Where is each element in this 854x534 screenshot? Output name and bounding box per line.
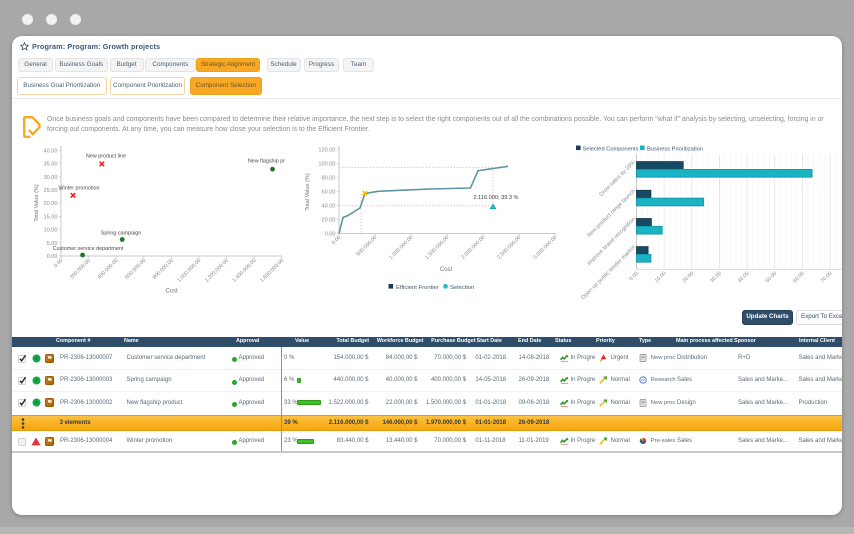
svg-text:200.000,00: 200.000,00: [69, 258, 92, 281]
svg-text:30.00: 30.00: [709, 271, 723, 285]
svg-text:30.00: 30.00: [44, 175, 58, 181]
svg-text:20.00: 20.00: [322, 218, 336, 224]
svg-text:40.00: 40.00: [322, 204, 336, 210]
svg-text:500.000,00: 500.000,00: [355, 235, 378, 258]
svg-text:20.00: 20.00: [682, 271, 696, 285]
svg-text:70.00: 70.00: [820, 271, 834, 285]
svg-text:0.00: 0.00: [325, 232, 336, 238]
svg-text:2.116.000; 39.3 %: 2.116.000; 39.3 %: [474, 195, 519, 201]
svg-text:Improve brand recognition: Improve brand recognition: [587, 217, 637, 267]
svg-text:800.000,00: 800.000,00: [152, 258, 175, 281]
svg-text:1.000.000,00: 1.000.000,00: [388, 235, 414, 261]
svg-text:Efficient Frontier: Efficient Frontier: [396, 285, 439, 291]
svg-text:60.00: 60.00: [792, 271, 806, 285]
svg-text:New flagship pr: New flagship pr: [248, 159, 285, 165]
svg-text:1.600.000,00: 1.600.000,00: [259, 258, 285, 284]
svg-text:25.00: 25.00: [44, 188, 58, 194]
svg-text:Open up public tender market: Open up public tender market: [580, 244, 637, 301]
svg-text:0.00: 0.00: [47, 254, 58, 260]
svg-text:Customer service department: Customer service department: [53, 246, 124, 252]
svg-text:3.000.000,00: 3.000.000,00: [532, 235, 558, 261]
svg-text:40.00: 40.00: [44, 149, 58, 155]
svg-text:80.00: 80.00: [322, 176, 336, 182]
svg-text:2.000.000,00: 2.000.000,00: [460, 235, 486, 261]
svg-text:15.00: 15.00: [44, 214, 58, 220]
svg-text:40.00: 40.00: [737, 271, 751, 285]
svg-text:Cost: Cost: [165, 289, 178, 295]
svg-text:Total Value (%): Total Value (%): [305, 173, 311, 211]
svg-text:35.00: 35.00: [44, 162, 58, 168]
svg-text:2.500.000,00: 2.500.000,00: [496, 235, 522, 261]
svg-text:120.00: 120.00: [318, 148, 335, 154]
svg-text:Spring campaign: Spring campaign: [101, 231, 141, 237]
svg-text:50.00: 50.00: [765, 271, 779, 285]
svg-text:1.000.000,00: 1.000.000,00: [176, 258, 202, 284]
svg-text:10.00: 10.00: [44, 228, 58, 234]
svg-text:10.00: 10.00: [654, 271, 668, 285]
svg-text:60.00: 60.00: [322, 190, 336, 196]
svg-text:Total Value (%): Total Value (%): [34, 184, 40, 222]
svg-text:0.00: 0.00: [628, 271, 640, 283]
svg-text:Winter promotion: Winter promotion: [58, 186, 99, 192]
svg-text:Cost: Cost: [440, 267, 453, 273]
svg-text:600.000,00: 600.000,00: [124, 258, 147, 281]
svg-text:Selection: Selection: [450, 285, 474, 291]
svg-text:100.00: 100.00: [318, 162, 335, 168]
svg-text:1.400.000,00: 1.400.000,00: [231, 258, 257, 284]
svg-text:20.00: 20.00: [44, 201, 58, 207]
svg-text:1.500.000,00: 1.500.000,00: [424, 235, 450, 261]
svg-text:Business Prioritization: Business Prioritization: [647, 146, 703, 152]
svg-text:400.000,00: 400.000,00: [97, 258, 120, 281]
svg-text:New product line: New product line: [86, 154, 126, 160]
svg-text:Selected Components: Selected Components: [583, 146, 639, 152]
svg-text:1.200.000,00: 1.200.000,00: [204, 258, 230, 284]
svg-text:New product range launch: New product range launch: [586, 188, 636, 238]
